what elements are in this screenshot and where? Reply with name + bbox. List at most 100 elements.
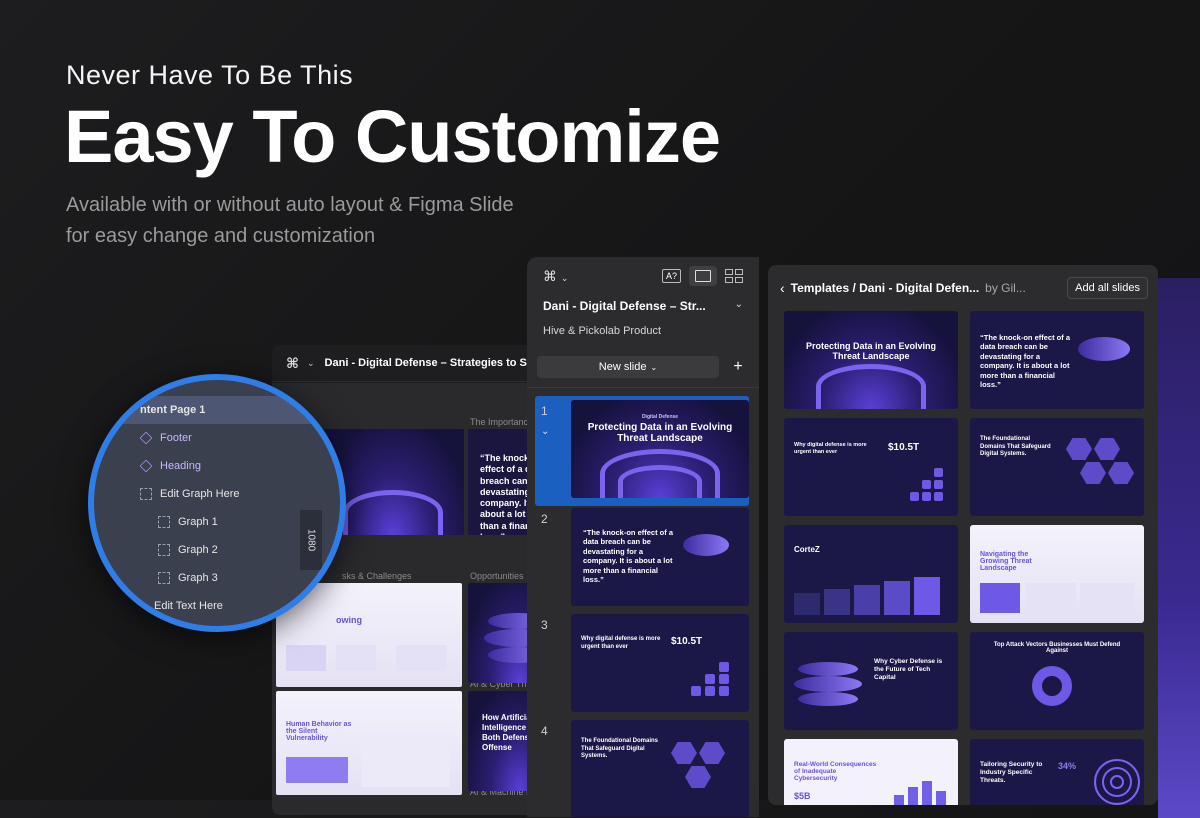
slide-preview-edge: [1158, 278, 1200, 818]
stat-box: [854, 585, 880, 615]
templates-breadcrumb[interactable]: Templates / Dani - Digital Defen...: [791, 281, 979, 295]
template-card[interactable]: Real-World Consequences of Inadequate Cy…: [784, 739, 958, 805]
slides-panel: ⌘ ⌄ A? Dani - Digital Defense – Str... ⌄…: [527, 257, 759, 817]
cube-graphic: [934, 468, 943, 477]
layer-edit-text[interactable]: Edit Text Here: [94, 592, 340, 620]
stat-box: [884, 581, 910, 615]
slide-thumbnail: Digital Defense Protecting Data in an Ev…: [571, 400, 749, 498]
slide-title: Why digital defense is more urgent than …: [581, 636, 661, 650]
hero-subtitle: Never Have To Be This: [66, 60, 354, 90]
chevron-down-icon[interactable]: ⌄: [735, 299, 743, 313]
slide-table: [362, 731, 450, 787]
layer-label: Graph 3: [178, 572, 218, 584]
single-view-icon[interactable]: [689, 266, 717, 286]
slide-value: $10.5T: [671, 636, 703, 647]
hexagon-graphic: [1080, 462, 1106, 484]
stat-box: [794, 593, 820, 615]
slide-box: [980, 583, 1020, 613]
frame-icon: [140, 488, 152, 500]
disc-graphic: [1078, 337, 1130, 361]
new-slide-button[interactable]: New slide ⌄: [537, 356, 719, 378]
panel-file-title: Dani - Digital Defense – Str...: [543, 299, 706, 313]
layer-heading[interactable]: Heading: [94, 452, 340, 480]
slide-box: [286, 757, 348, 783]
cube-graphic: [705, 674, 715, 684]
component-icon: [139, 431, 153, 445]
hero-title: Easy To Customize: [64, 95, 721, 178]
slide-number: 3: [541, 618, 548, 632]
cube-graphic: [934, 480, 943, 489]
slide-title: Why digital defense is more urgent than …: [794, 442, 867, 455]
template-card[interactable]: Tailoring Security to Industry Specific …: [970, 739, 1144, 805]
slide-title: Top Attack Vectors Businesses Must Defen…: [993, 642, 1121, 654]
panel-org: Hive & Pickolab Product: [543, 325, 661, 337]
template-card[interactable]: Why Cyber Defense is the Future of Tech …: [784, 632, 958, 730]
disc-graphic: [683, 534, 729, 556]
template-card[interactable]: Navigating the Growing Threat Landscape: [970, 525, 1144, 623]
disc-graphic: [798, 692, 858, 706]
slide-box: [1026, 583, 1076, 613]
chevron-down-icon[interactable]: ⌄: [307, 358, 315, 369]
template-card[interactable]: Why digital defense is more urgent than …: [784, 418, 958, 516]
layer-content-page[interactable]: ntent Page 1: [94, 396, 340, 424]
add-all-slides-button[interactable]: Add all slides: [1067, 277, 1148, 299]
back-chevron-icon[interactable]: ‹: [780, 280, 785, 296]
slide-item[interactable]: 3 Why digital defense is more urgent tha…: [535, 610, 749, 720]
frame-icon: [158, 572, 170, 584]
stat-box: [914, 577, 940, 615]
frame-label: sks & Challenges: [342, 571, 412, 581]
template-card[interactable]: The Foundational Domains That Safeguard …: [970, 418, 1144, 516]
cube-graphic: [719, 674, 729, 684]
layers-magnifier: ntent Page 1 Footer Heading Edit Graph H…: [88, 374, 346, 632]
slide-title: The Foundational Domains That Safeguard …: [980, 436, 1051, 457]
bar-graphic: [908, 787, 918, 805]
grid-view-icon[interactable]: [725, 269, 743, 283]
chevron-down-icon[interactable]: ⌄: [541, 426, 549, 437]
layer-edit-graph[interactable]: Edit Graph Here: [94, 480, 340, 508]
slide-box: [396, 645, 446, 671]
cube-graphic: [922, 480, 931, 489]
slide-list: 1 ⌄ Digital Defense Protecting Data in a…: [527, 387, 759, 817]
hexagon-graphic: [685, 766, 711, 788]
layer-footer[interactable]: Footer: [94, 424, 340, 452]
slide-value: 34%: [1058, 761, 1077, 771]
bar-graphic: [922, 781, 932, 805]
arc-graphic: [618, 465, 702, 498]
slide-title: Tailoring Security to Industry Specific …: [980, 761, 1043, 785]
hero-desc-line-2: for easy change and customization: [66, 225, 376, 247]
figma-menu-icon[interactable]: ⌘ ⌄: [543, 268, 568, 285]
slide-number: 1: [541, 404, 548, 418]
dimension-label: 1080: [300, 510, 322, 570]
arc-graphic: [816, 364, 926, 409]
hexagon-graphic: [1108, 462, 1134, 484]
cube-graphic: [705, 686, 715, 696]
hexagon-graphic: [1094, 438, 1120, 460]
frame-icon: [158, 516, 170, 528]
panel-toolbar: ⌘ ⌄ A?: [527, 257, 759, 295]
slide-title: Protecting Data in an Evolving Threat La…: [587, 422, 733, 444]
cube-graphic: [719, 662, 729, 672]
slide-thumbnail: The Foundational Domains That Safeguard …: [571, 720, 749, 817]
canvas-slide-frame[interactable]: Human Behavior as the Silent Vulnerabili…: [276, 691, 462, 795]
text-style-icon[interactable]: A?: [661, 269, 681, 283]
slide-box: [1080, 583, 1134, 613]
slide-item[interactable]: 1 ⌄ Digital Defense Protecting Data in a…: [535, 396, 749, 506]
frame-icon: [158, 544, 170, 556]
rings-graphic: [1094, 759, 1140, 805]
panel-file-title-row[interactable]: Dani - Digital Defense – Str... ⌄: [527, 299, 759, 313]
hexagon-graphic: [671, 742, 697, 764]
slide-item[interactable]: 4 The Foundational Domains That Safeguar…: [535, 716, 749, 817]
template-card[interactable]: Top Attack Vectors Businesses Must Defen…: [970, 632, 1144, 730]
template-card[interactable]: Protecting Data in an Evolving Threat La…: [784, 311, 958, 409]
slide-brand: CorteZ: [794, 545, 820, 554]
cube-graphic: [934, 492, 943, 501]
slide-title: The Foundational Domains That Safeguard …: [581, 738, 659, 759]
figma-menu-icon[interactable]: ⌘: [286, 355, 299, 372]
template-card[interactable]: “The knock-on effect of a data breach ca…: [970, 311, 1144, 409]
template-card[interactable]: CorteZ: [784, 525, 958, 623]
slide-value: $10.5T: [888, 442, 920, 453]
slide-item[interactable]: 2 “The knock-on effect of a data breach …: [535, 504, 749, 614]
template-author: by Gil...: [985, 281, 1026, 295]
component-icon: [139, 459, 153, 473]
add-slide-icon[interactable]: +: [727, 356, 749, 378]
